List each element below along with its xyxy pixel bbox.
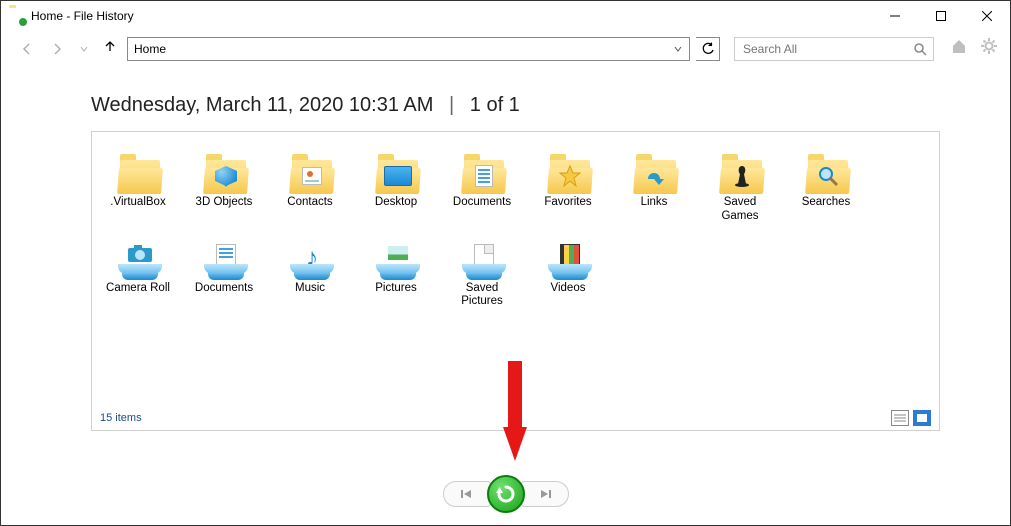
file-item-label: Contacts bbox=[274, 196, 346, 210]
file-item-vbox[interactable]: .VirtualBox bbox=[100, 142, 176, 226]
file-item-label: Desktop bbox=[360, 196, 432, 210]
view-icons-button[interactable] bbox=[913, 410, 931, 426]
file-item-saved[interactable]: Saved Games bbox=[702, 142, 778, 226]
file-item-3d[interactable]: 3D Objects bbox=[186, 142, 262, 226]
file-item-desktop[interactable]: Desktop bbox=[358, 142, 434, 226]
next-version-button[interactable] bbox=[521, 481, 569, 507]
file-item-fav[interactable]: Favorites bbox=[530, 142, 606, 226]
file-item-label: Music bbox=[274, 282, 346, 296]
address-dropdown[interactable] bbox=[667, 38, 689, 60]
folder-desktop-icon bbox=[360, 144, 436, 194]
folder-mag-icon bbox=[790, 144, 866, 194]
folder-link-icon bbox=[618, 144, 694, 194]
file-item-label: Documents bbox=[446, 196, 518, 210]
refresh-button[interactable] bbox=[696, 37, 720, 61]
app-icon bbox=[9, 8, 25, 24]
maximize-button[interactable] bbox=[918, 1, 964, 31]
file-item-libdocs[interactable]: Documents bbox=[186, 228, 262, 312]
file-item-label: Searches bbox=[790, 196, 862, 210]
lib-camera-icon bbox=[102, 230, 178, 280]
file-item-label: Links bbox=[618, 196, 690, 210]
file-item-label: .VirtualBox bbox=[102, 196, 174, 210]
forward-button[interactable] bbox=[45, 39, 69, 59]
file-item-label: Favorites bbox=[532, 196, 604, 210]
file-item-label: Saved Games bbox=[704, 196, 776, 224]
folder-docs-icon bbox=[446, 144, 522, 194]
file-item-label: Videos bbox=[532, 282, 604, 296]
file-item-label: Saved Pictures bbox=[446, 282, 518, 310]
folder-contacts-icon bbox=[274, 144, 350, 194]
window-title: Home - File History bbox=[31, 9, 134, 23]
address-input[interactable] bbox=[128, 38, 667, 60]
file-item-label: Pictures bbox=[360, 282, 432, 296]
minimize-button[interactable] bbox=[872, 1, 918, 31]
history-controls bbox=[1, 475, 1010, 513]
view-details-button[interactable] bbox=[891, 410, 909, 426]
home-icon[interactable] bbox=[948, 35, 970, 62]
lib-savepic-icon bbox=[446, 230, 522, 280]
up-button[interactable] bbox=[99, 37, 121, 60]
previous-version-button[interactable] bbox=[443, 481, 491, 507]
item-grid: .VirtualBox 3D Objects Contacts Desktop Docu… bbox=[100, 142, 931, 311]
lib-pic-icon bbox=[360, 230, 436, 280]
file-item-links[interactable]: Links bbox=[616, 142, 692, 226]
close-button[interactable] bbox=[964, 1, 1010, 31]
file-item-videos[interactable]: Videos bbox=[530, 228, 606, 312]
file-item-docs[interactable]: Documents bbox=[444, 142, 520, 226]
address-bar[interactable] bbox=[127, 37, 690, 61]
lib-doc-icon bbox=[188, 230, 264, 280]
back-button[interactable] bbox=[15, 39, 39, 59]
file-item-label: Camera Roll bbox=[102, 282, 174, 296]
recent-dropdown[interactable] bbox=[75, 42, 93, 56]
titlebar: Home - File History bbox=[1, 1, 1010, 31]
snapshot-date: Wednesday, March 11, 2020 10:31 AM bbox=[91, 94, 433, 116]
file-item-contacts[interactable]: Contacts bbox=[272, 142, 348, 226]
folder-chess-icon bbox=[704, 144, 780, 194]
file-pane: .VirtualBox 3D Objects Contacts Desktop Docu… bbox=[91, 131, 940, 431]
gear-icon[interactable] bbox=[978, 35, 1000, 62]
file-item-camera[interactable]: Camera Roll bbox=[100, 228, 176, 312]
file-item-pics[interactable]: Pictures bbox=[358, 228, 434, 312]
page-heading: Wednesday, March 11, 2020 10:31 AM | 1 o… bbox=[1, 74, 1010, 131]
file-item-label: Documents bbox=[188, 282, 260, 296]
file-item-search[interactable]: Searches bbox=[788, 142, 864, 226]
search-icon[interactable] bbox=[907, 42, 933, 56]
file-item-music[interactable]: ♪ Music bbox=[272, 228, 348, 312]
file-item-savedpic[interactable]: Saved Pictures bbox=[444, 228, 520, 312]
file-item-label: 3D Objects bbox=[188, 196, 260, 210]
snapshot-position: 1 of 1 bbox=[470, 94, 520, 116]
folder-icon bbox=[102, 144, 178, 194]
lib-music-icon: ♪ bbox=[274, 230, 350, 280]
restore-button[interactable] bbox=[487, 475, 525, 513]
lib-video-icon bbox=[532, 230, 608, 280]
folder-star-icon bbox=[532, 144, 608, 194]
search-box[interactable] bbox=[734, 37, 934, 61]
status-text: 15 items bbox=[100, 412, 142, 424]
search-input[interactable] bbox=[735, 42, 907, 56]
navigation-bar bbox=[1, 31, 1010, 74]
folder-3d-icon bbox=[188, 144, 264, 194]
